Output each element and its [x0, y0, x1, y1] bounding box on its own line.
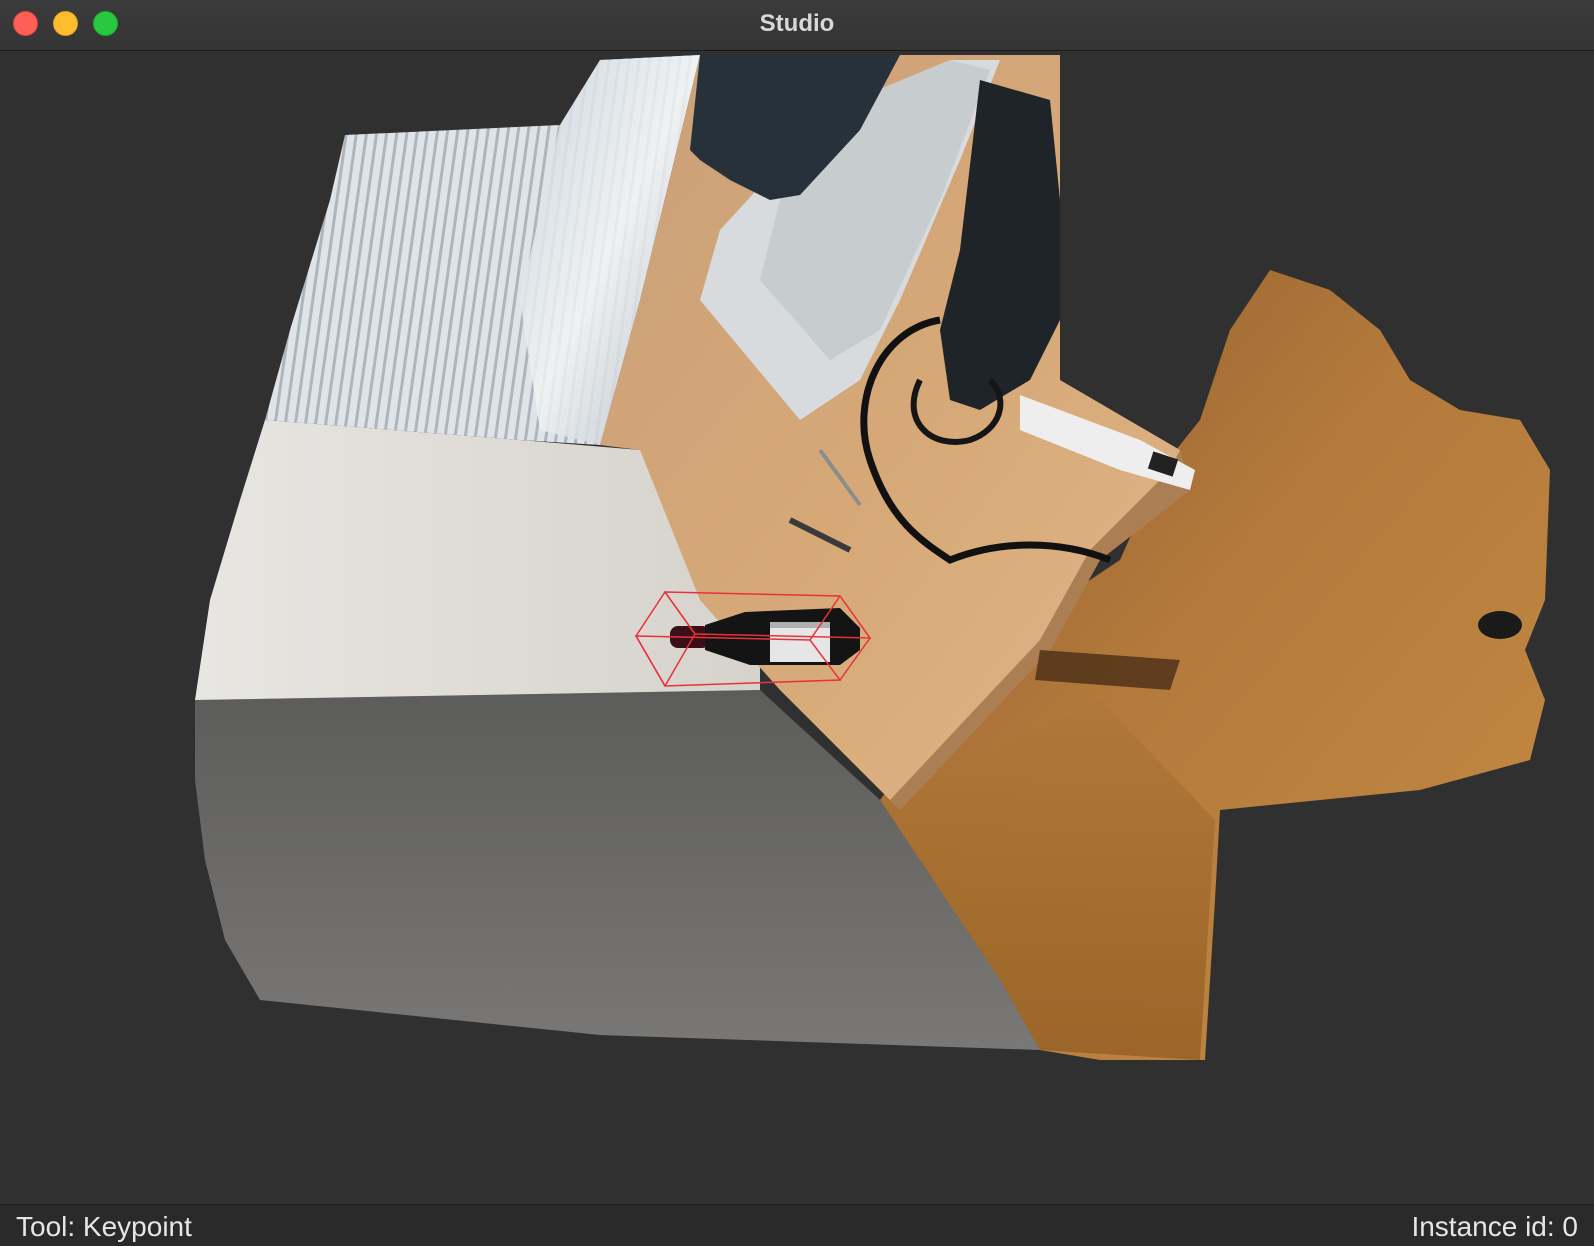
app-window: Studio Tool: Keypoint Instance id: 0 [0, 0, 1594, 1246]
window-title: Studio [759, 10, 835, 37]
scene-canvas[interactable] [0, 52, 1594, 1204]
title-bar[interactable]: Studio [0, 0, 1594, 51]
3d-viewport[interactable] [0, 52, 1594, 1204]
dark-spot [1478, 611, 1522, 639]
instance-id-indicator: Instance id: 0 [1411, 1211, 1578, 1242]
tool-indicator: Tool: Keypoint [16, 1211, 192, 1242]
status-bar: Tool: Keypoint Instance id: 0 [0, 1204, 1594, 1246]
